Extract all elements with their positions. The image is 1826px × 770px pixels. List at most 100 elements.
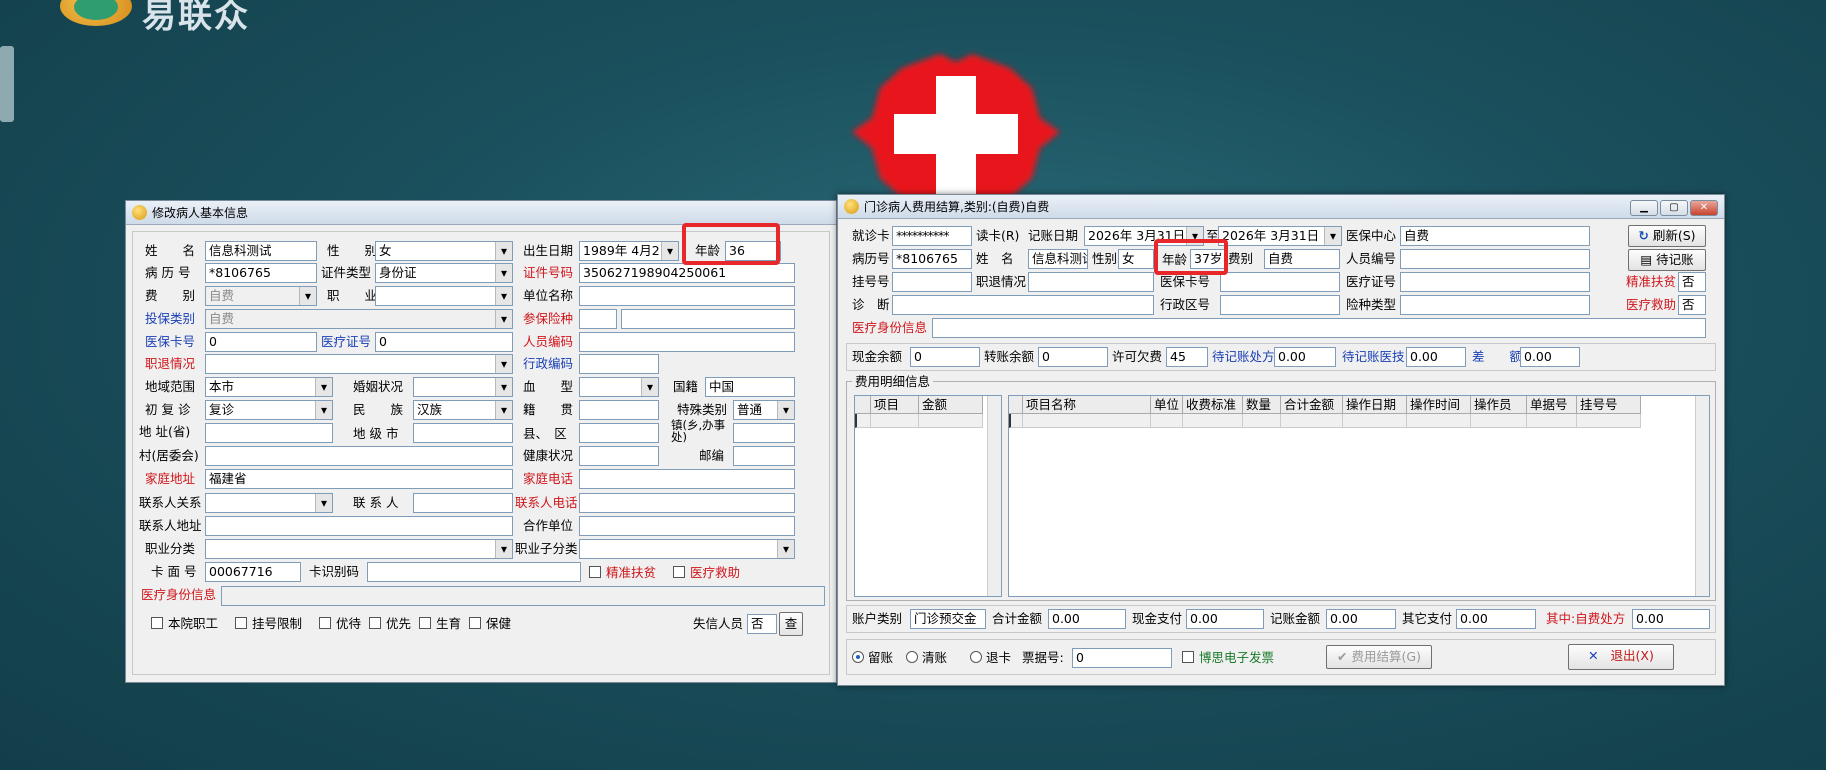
contact-phone-field[interactable]	[579, 493, 795, 513]
radio-return-card[interactable]: 退卡	[970, 650, 1011, 666]
table-cell[interactable]	[1023, 414, 1151, 428]
table-row[interactable]	[855, 414, 871, 428]
occupation-select[interactable]	[375, 286, 513, 306]
col-header-receipt-no[interactable]: 单据号	[1527, 396, 1577, 414]
table-cell[interactable]	[1151, 414, 1183, 428]
minimize-icon[interactable]: ▁	[1630, 200, 1658, 216]
insurance-card-field[interactable]: 0	[205, 332, 317, 352]
insurance-center-field[interactable]: 自费	[1400, 226, 1590, 246]
col-header-quantity[interactable]: 数量	[1243, 396, 1281, 414]
maximize-icon[interactable]: ▢	[1660, 200, 1688, 216]
birth-date-picker[interactable]: 1989年 4月2	[579, 241, 679, 261]
ethnicity-select[interactable]: 汉族	[413, 400, 513, 420]
einvoice-checkbox[interactable]: 博思电子发票	[1182, 650, 1274, 666]
risk-type-field[interactable]	[1400, 295, 1590, 315]
health-field[interactable]	[579, 446, 659, 466]
table-cell[interactable]	[919, 414, 983, 428]
postcode-field[interactable]	[733, 446, 795, 466]
card-id-field[interactable]	[367, 562, 581, 582]
medical-aid-checkbox[interactable]: 医疗救助	[673, 565, 740, 581]
receipt-no-field[interactable]: 0	[1072, 648, 1172, 668]
id-type-select[interactable]: 身份证	[375, 263, 513, 283]
occ-class-select[interactable]	[205, 539, 513, 559]
gender-field[interactable]: 女	[1118, 249, 1154, 269]
pending-tech-field[interactable]: 0.00	[1406, 347, 1466, 367]
other-pay-field[interactable]: 0.00	[1456, 609, 1536, 629]
blood-select[interactable]	[579, 377, 659, 397]
col-header-unit[interactable]: 单位	[1151, 396, 1183, 414]
retirement-field[interactable]	[1028, 272, 1154, 292]
date-to-picker[interactable]: 2026年 3月31日	[1218, 226, 1342, 246]
summary-table[interactable]: 项目 金额	[854, 395, 1002, 597]
settle-button[interactable]: ✔ 费用结算(G)	[1326, 645, 1432, 669]
table-cell[interactable]	[1577, 414, 1641, 428]
checkbox-preferential[interactable]: 优待	[319, 616, 361, 632]
table-row[interactable]	[1009, 414, 1023, 428]
name-field[interactable]: 信息科测试	[205, 241, 317, 261]
id-no-field[interactable]: 350627198904250061	[579, 263, 795, 283]
person-code-field[interactable]	[1400, 249, 1590, 269]
fee-type-field[interactable]: 自费	[1264, 249, 1340, 269]
identity-info-field[interactable]	[221, 586, 825, 606]
insured-risk-field[interactable]	[621, 309, 795, 329]
col-header-item-name[interactable]: 项目名称	[1023, 396, 1151, 414]
table-cell[interactable]	[1281, 414, 1343, 428]
pending-button[interactable]: ▤ 待记账	[1628, 249, 1706, 271]
region-select[interactable]: 本市	[205, 377, 333, 397]
transfer-balance-field[interactable]: 0	[1038, 347, 1108, 367]
home-phone-field[interactable]	[579, 469, 795, 489]
close-icon[interactable]: ✕	[1690, 200, 1718, 216]
dishonest-field[interactable]: 否	[747, 614, 777, 634]
table-cell[interactable]	[1183, 414, 1243, 428]
checkbox-healthcare[interactable]: 保健	[469, 616, 511, 632]
native-place-field[interactable]	[579, 400, 659, 420]
checkbox-reg-limit[interactable]: 挂号限制	[235, 616, 302, 632]
nationality-field[interactable]: 中国	[705, 377, 795, 397]
fee-detail-table[interactable]: 项目名称 单位 收费标准 数量 合计金额 操作日期 操作时间 操作员 单据号 挂…	[1008, 395, 1710, 597]
record-no-field[interactable]: *8106765	[205, 263, 317, 283]
checkbox-staff[interactable]: 本院职工	[151, 616, 218, 632]
town-field[interactable]	[733, 423, 795, 443]
insured-risk-code[interactable]	[579, 309, 617, 329]
admin-area-field[interactable]	[1220, 295, 1340, 315]
col-header-amount[interactable]: 金额	[919, 396, 983, 414]
detail-scrollbar[interactable]	[1695, 396, 1709, 596]
table-cell[interactable]	[871, 414, 919, 428]
medical-cert-field[interactable]: 0	[375, 332, 513, 352]
employer-field[interactable]	[579, 286, 795, 306]
side-scroll-handle[interactable]	[0, 46, 14, 122]
special-select[interactable]: 普通	[733, 400, 795, 420]
village-field[interactable]	[205, 446, 513, 466]
contact-relation-select[interactable]	[205, 493, 333, 513]
city-field[interactable]	[413, 423, 513, 443]
col-header-fee-standard[interactable]: 收费标准	[1183, 396, 1243, 414]
coop-unit-field[interactable]	[579, 516, 795, 536]
precise-aid-checkbox[interactable]: 精准扶贫	[589, 565, 656, 581]
cash-balance-field[interactable]: 0	[910, 347, 980, 367]
card-no-field[interactable]: 00067716	[205, 562, 301, 582]
exit-button[interactable]: ✕ 退出(X)	[1568, 644, 1674, 670]
difference-field[interactable]: 0.00	[1520, 347, 1580, 367]
medical-cert-field[interactable]	[1400, 272, 1590, 292]
table-cell[interactable]	[1527, 414, 1577, 428]
col-header-reg-no[interactable]: 挂号号	[1577, 396, 1641, 414]
col-header-total[interactable]: 合计金额	[1281, 396, 1343, 414]
home-address-field[interactable]: 福建省	[205, 469, 513, 489]
visit-select[interactable]: 复诊	[205, 400, 333, 420]
fee-type-select[interactable]: 自费	[205, 286, 317, 306]
checkbox-priority[interactable]: 优先	[369, 616, 411, 632]
account-type-field[interactable]: 门诊预交金	[910, 609, 986, 629]
visit-card-field[interactable]: **********	[892, 226, 972, 246]
col-header-op-date[interactable]: 操作日期	[1343, 396, 1407, 414]
table-cell[interactable]	[1243, 414, 1281, 428]
col-header-op-time[interactable]: 操作时间	[1407, 396, 1471, 414]
cash-pay-field[interactable]: 0.00	[1186, 609, 1264, 629]
self-rx-field[interactable]: 0.00	[1632, 609, 1710, 629]
diagnosis-field[interactable]	[892, 295, 1154, 315]
read-card-link[interactable]: 读卡(R)	[976, 227, 1019, 245]
insurance-card-field[interactable]	[1220, 272, 1340, 292]
total-field[interactable]: 0.00	[1048, 609, 1126, 629]
checkbox-maternity[interactable]: 生育	[419, 616, 461, 632]
identity-info-field[interactable]	[932, 318, 1706, 338]
gender-select[interactable]: 女	[375, 241, 513, 261]
